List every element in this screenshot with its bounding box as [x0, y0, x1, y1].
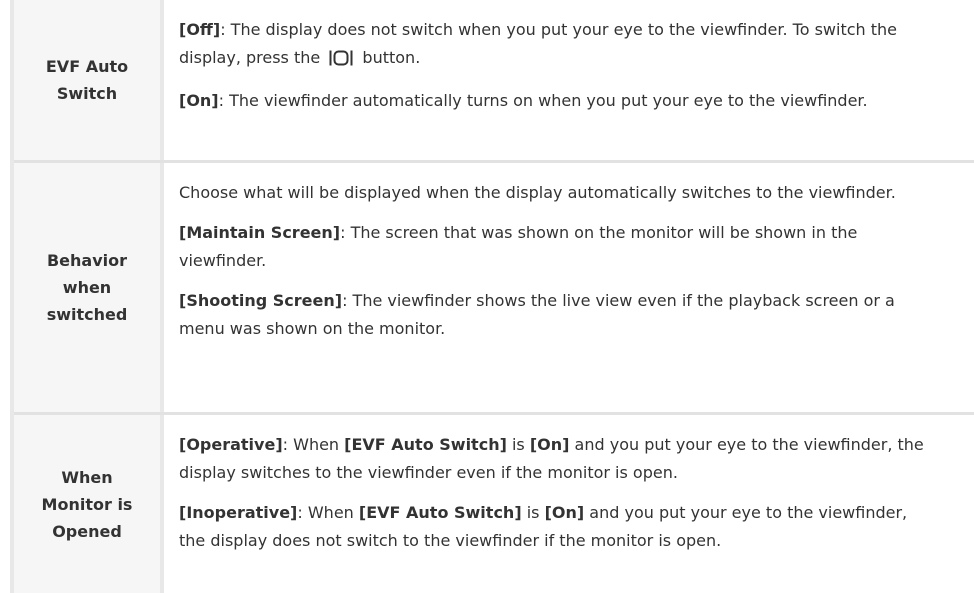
- option-maintain-screen-description: [Maintain Screen]: The screen that was s…: [179, 219, 934, 275]
- option-shooting-screen-description: [Shooting Screen]: The viewfinder shows …: [179, 287, 934, 343]
- row-description: Choose what will be displayed when the d…: [164, 163, 974, 412]
- option-name: [Operative]: [179, 435, 283, 454]
- option-on-description: [On]: The viewfinder automatically turns…: [179, 87, 934, 115]
- row-label: Behavior when switched: [46, 251, 128, 324]
- option-text: : When: [282, 435, 345, 454]
- option-text: is: [506, 435, 530, 454]
- setting-value: [On]: [529, 435, 570, 454]
- option-text: : When: [297, 503, 359, 522]
- row-label: EVF Auto Switch: [45, 57, 129, 103]
- settings-table: EVF Auto Switch [Off]: The display does …: [10, 0, 974, 593]
- option-text: : The viewfinder automatically turns on …: [218, 91, 868, 110]
- row-description: [Off]: The display does not switch when …: [164, 0, 974, 160]
- option-operative-description: [Operative]: When [EVF Auto Switch] is […: [179, 429, 934, 487]
- lcd-viewfinder-button-icon: [329, 47, 353, 75]
- setting-name: [EVF Auto Switch]: [358, 503, 522, 522]
- row-label-cell: Behavior when switched: [14, 163, 164, 412]
- option-text: is: [521, 503, 545, 522]
- option-name: [On]: [179, 91, 219, 110]
- table-row-evf-auto-switch: EVF Auto Switch [Off]: The display does …: [14, 0, 974, 163]
- setting-value: [On]: [544, 503, 585, 522]
- option-text: : The display does not switch when you p…: [179, 20, 897, 67]
- intro-text: Choose what will be displayed when the d…: [179, 183, 896, 202]
- option-name: [Shooting Screen]: [179, 291, 343, 310]
- row-label-cell: When Monitor is Opened: [14, 415, 164, 593]
- option-name: [Maintain Screen]: [179, 223, 341, 242]
- row-label-cell: EVF Auto Switch: [14, 0, 164, 160]
- setting-name: [EVF Auto Switch]: [344, 435, 507, 454]
- option-name: [Inoperative]: [179, 503, 298, 522]
- intro-description: Choose what will be displayed when the d…: [179, 177, 934, 207]
- row-label: When Monitor is Opened: [41, 467, 133, 541]
- option-off-description: [Off]: The display does not switch when …: [179, 14, 934, 75]
- option-text-end: button.: [362, 48, 421, 67]
- option-name: [Off]: [179, 20, 221, 39]
- option-inoperative-description: [Inoperative]: When [EVF Auto Switch] is…: [179, 499, 934, 555]
- table-row-when-monitor-is-opened: When Monitor is Opened [Operative]: When…: [14, 415, 974, 593]
- row-description: [Operative]: When [EVF Auto Switch] is […: [164, 415, 974, 593]
- table-row-behavior-when-switched: Behavior when switched Choose what will …: [14, 163, 974, 415]
